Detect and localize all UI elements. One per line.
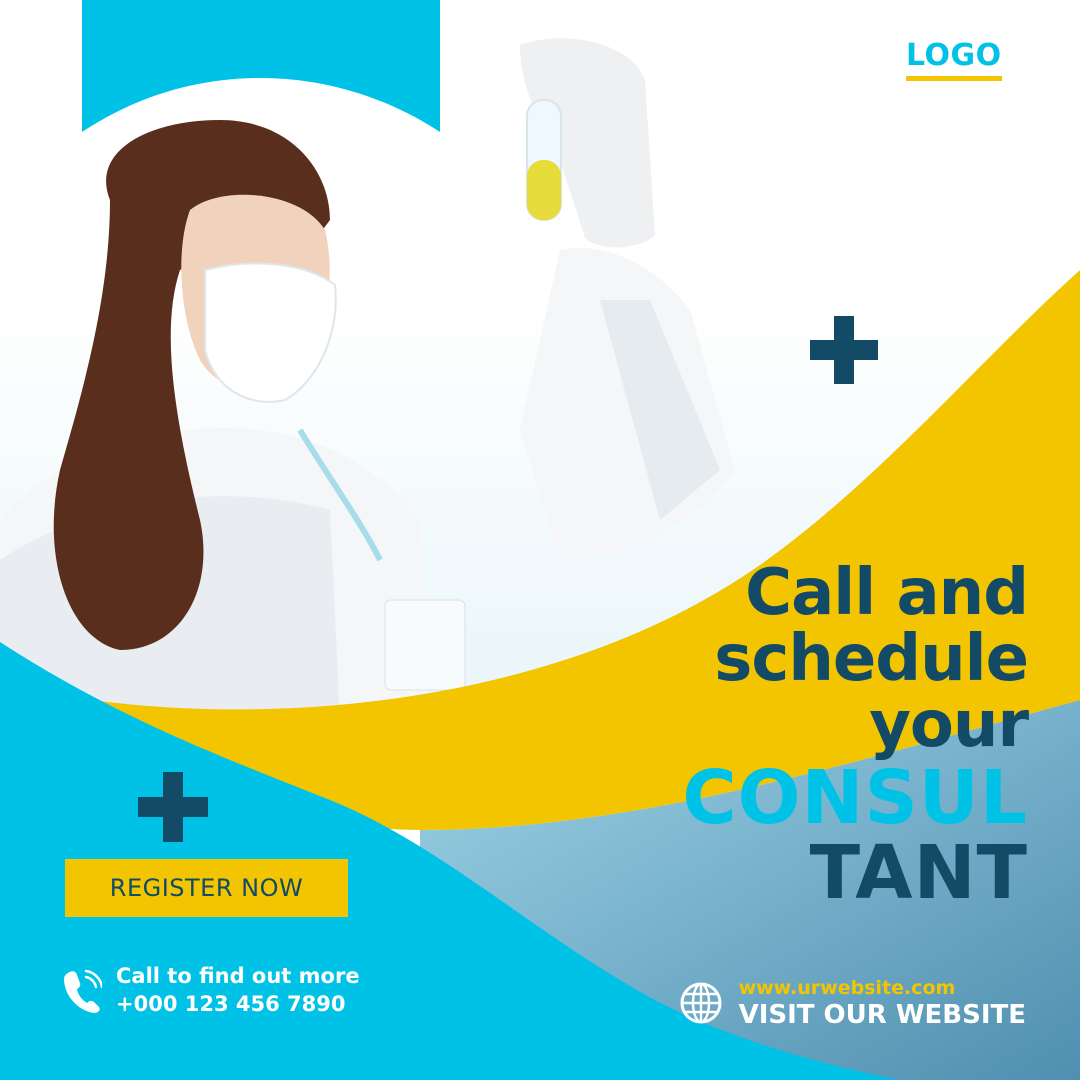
headline-line-2: schedule	[714, 622, 1029, 696]
logo: LOGO	[906, 38, 1002, 81]
website-contact[interactable]: www.urwebsite.com VISIT OUR WEBSITE	[679, 976, 1026, 1030]
register-now-button[interactable]: REGISTER NOW	[65, 859, 348, 917]
call-contact[interactable]: Call to find out more +000 123 456 7890	[62, 962, 360, 1018]
headline-line-1: Call and	[745, 556, 1029, 630]
plus-icon-bottom	[138, 772, 208, 842]
headline-line-4: CONSUL	[682, 755, 1028, 841]
headline: Call and schedule your CONSUL TANT	[548, 556, 1029, 916]
globe-icon	[680, 982, 722, 1024]
visit-website-label[interactable]: VISIT OUR WEBSITE	[739, 1000, 1026, 1030]
plus-icon-top	[810, 316, 878, 384]
website-url[interactable]: www.urwebsite.com	[739, 976, 1026, 1000]
call-text: Call to find out more +000 123 456 7890	[116, 962, 360, 1018]
call-label: Call to find out more	[116, 964, 360, 988]
website-text: www.urwebsite.com VISIT OUR WEBSITE	[739, 976, 1026, 1030]
promo-canvas: LOGO Call and schedule your CONSUL TANT …	[0, 0, 1080, 1080]
background-shapes	[0, 0, 1080, 1080]
headline-line-3: your	[869, 688, 1029, 762]
headline-line-5: TANT	[809, 830, 1028, 916]
top-cyan-tab	[82, 0, 440, 132]
phone-number[interactable]: +000 123 456 7890	[116, 990, 360, 1018]
phone-icon	[64, 969, 102, 1013]
